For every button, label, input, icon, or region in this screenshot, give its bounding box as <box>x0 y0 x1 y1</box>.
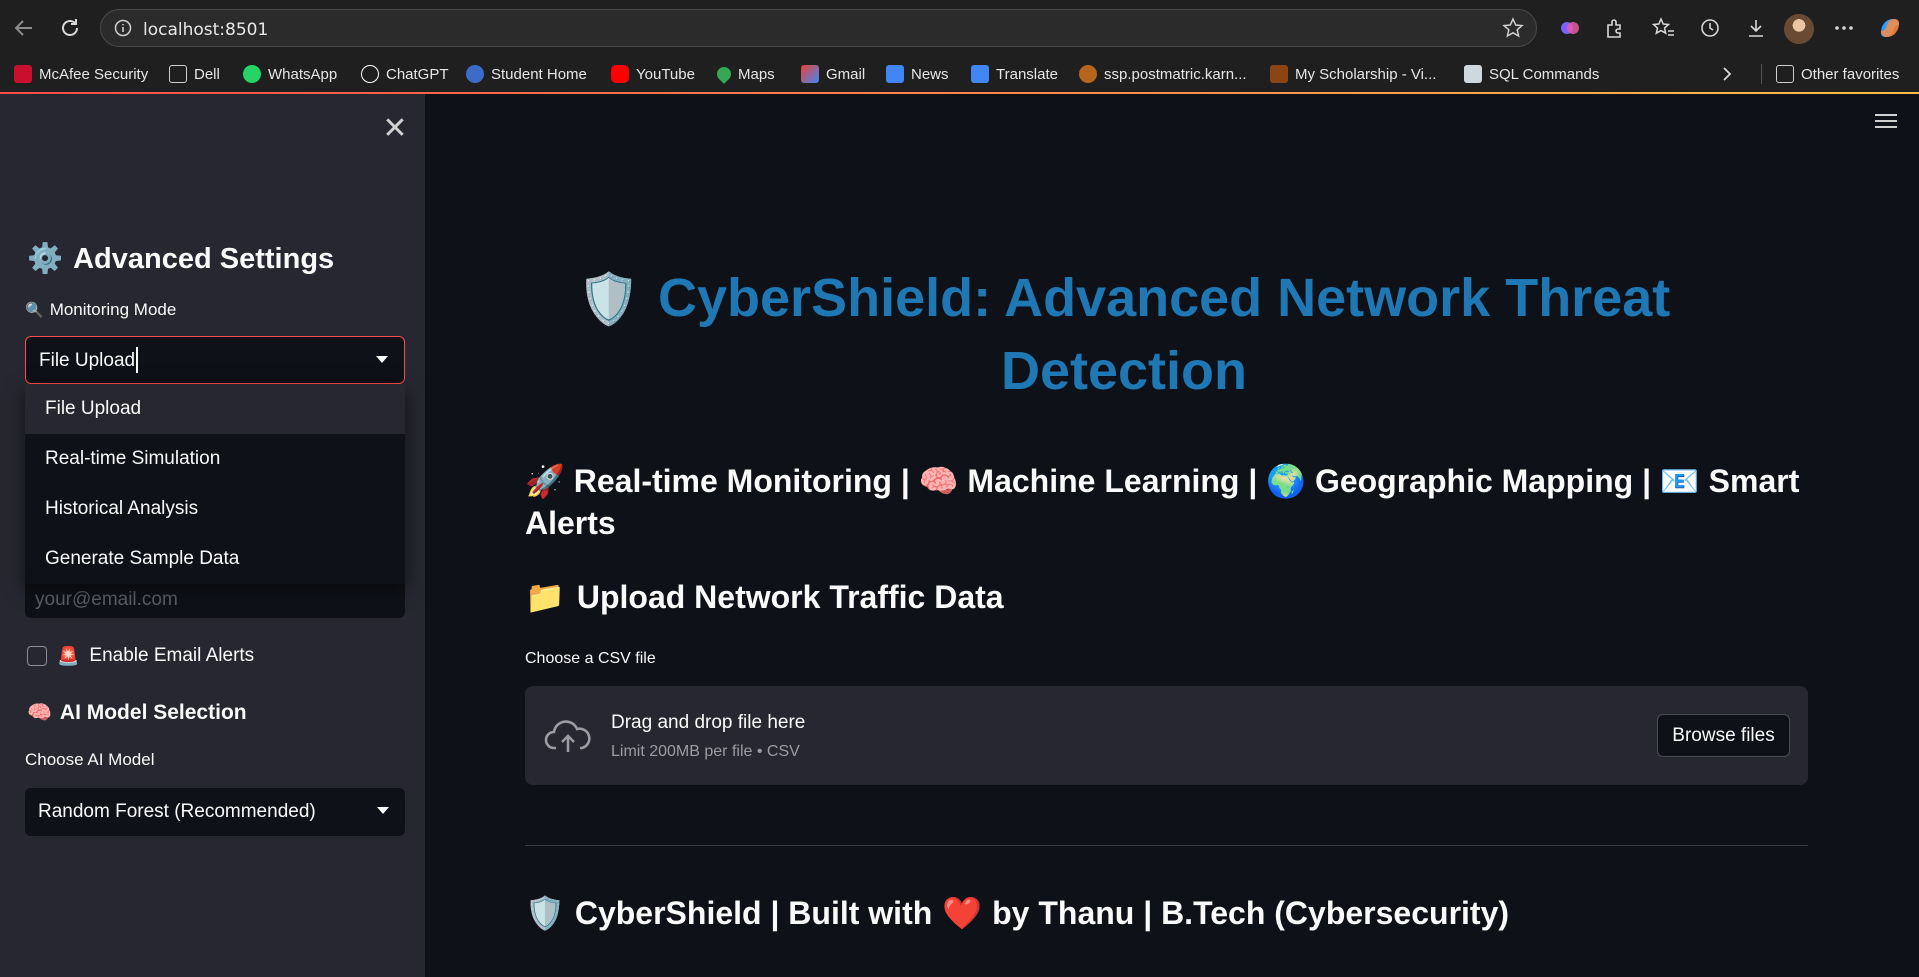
folder-icon <box>1776 65 1794 83</box>
option-historical-analysis[interactable]: Historical Analysis <box>25 484 405 534</box>
bookmark-student-home[interactable]: Student Home <box>466 62 587 86</box>
main-content: 🛡️ CyberShield: Advanced Network Threat D… <box>425 94 1919 977</box>
brain-icon: 🧠 <box>918 463 959 499</box>
monitoring-mode-select[interactable]: File Upload <box>25 336 405 384</box>
copilot-brain-icon[interactable] <box>1556 14 1584 42</box>
bookmarks-divider <box>1761 64 1762 84</box>
folder-icon: 📁 <box>525 579 565 615</box>
bookmark-dell[interactable]: Dell <box>169 62 220 86</box>
bookmark-mcafee[interactable]: McAfee Security <box>14 62 148 86</box>
folder-icon <box>169 65 187 83</box>
history-icon[interactable] <box>1696 14 1724 42</box>
ai-model-select[interactable]: Random Forest (Recommended) <box>25 788 405 836</box>
bookmark-translate[interactable]: Translate <box>971 62 1058 86</box>
bookmark-news[interactable]: News <box>886 62 949 86</box>
envelope-icon: 📧 <box>1659 463 1700 499</box>
profile-avatar[interactable] <box>1784 14 1814 44</box>
siren-icon: 🚨 <box>57 645 80 666</box>
email-input[interactable] <box>25 582 405 618</box>
address-bar[interactable]: localhost:8501 <box>100 9 1537 47</box>
email-field[interactable] <box>25 582 405 618</box>
bookmark-gmail[interactable]: Gmail <box>801 62 865 86</box>
heart-icon: ❤️ <box>942 895 983 931</box>
back-button[interactable] <box>8 12 40 44</box>
rocket-icon: 🚀 <box>525 463 565 499</box>
option-file-upload[interactable]: File Upload <box>25 384 405 434</box>
extensions-icon[interactable] <box>1600 14 1628 42</box>
option-generate-sample-data[interactable]: Generate Sample Data <box>25 534 405 584</box>
back-arrow-icon <box>14 20 32 36</box>
favorite-star-icon[interactable] <box>1502 17 1524 39</box>
shield-icon: 🛡️ <box>577 271 640 327</box>
gmail-icon <box>801 65 819 83</box>
feature-subtitle: 🚀 Real-time Monitoring | 🧠 Machine Learn… <box>525 460 1815 544</box>
mcafee-icon <box>14 65 32 83</box>
copilot-icon[interactable] <box>1876 14 1904 42</box>
maps-pin-icon <box>714 64 734 84</box>
shield-icon: 🛡️ <box>525 895 565 931</box>
favorites-icon[interactable] <box>1650 14 1678 42</box>
globe-icon: 🌍 <box>1266 463 1307 499</box>
translate-icon <box>971 65 989 83</box>
option-real-time-simulation[interactable]: Real-time Simulation <box>25 434 405 484</box>
ssp-icon <box>1079 65 1097 83</box>
bookmark-chatgpt[interactable]: ChatGPT <box>361 62 449 86</box>
email-alerts-checkbox-row[interactable]: 🚨 Enable Email Alerts <box>27 645 254 667</box>
page-title: 🛡️ CyberShield: Advanced Network Threat D… <box>525 262 1723 407</box>
monitoring-mode-dropdown: File Upload Real-time Simulation Histori… <box>25 384 405 584</box>
browse-files-button[interactable]: Browse files <box>1657 714 1790 757</box>
reload-button[interactable] <box>54 12 86 44</box>
bookmark-maps[interactable]: Maps <box>714 62 775 86</box>
sidebar: ✕ ⚙️ Advanced Settings 🔍 Monitoring Mode… <box>0 94 425 977</box>
sql-icon <box>1464 65 1482 83</box>
file-limit-text: Limit 200MB per file • CSV <box>611 743 800 760</box>
sidebar-header: ⚙️ Advanced Settings <box>27 242 335 276</box>
reload-icon <box>62 19 78 36</box>
bookmark-youtube[interactable]: YouTube <box>611 62 695 86</box>
more-menu-icon[interactable] <box>1830 14 1858 42</box>
upload-section-header: 📁 Upload Network Traffic Data <box>525 578 1004 616</box>
browser-toolbar: localhost:8501 <box>0 0 1919 56</box>
chatgpt-icon <box>361 65 379 83</box>
site-info-icon[interactable] <box>114 19 132 37</box>
divider <box>525 845 1808 846</box>
close-sidebar-icon[interactable]: ✕ <box>378 112 412 146</box>
magnifier-icon: 🔍 <box>25 302 44 319</box>
bookmarks-bar: McAfee Security Dell WhatsApp ChatGPT St… <box>0 56 1919 92</box>
youtube-icon <box>611 65 629 83</box>
student-home-icon <box>466 65 484 83</box>
brain-icon: 🧠 <box>27 702 52 724</box>
drag-drop-text: Drag and drop file here <box>611 712 806 733</box>
chevron-down-icon[interactable] <box>376 356 388 363</box>
choose-model-label: Choose AI Model <box>25 750 155 769</box>
footer-credit: 🛡️ CyberShield | Built with ❤️ by Thanu … <box>525 894 1510 932</box>
monitoring-mode-label: 🔍 Monitoring Mode <box>25 300 177 319</box>
downloads-icon[interactable] <box>1742 14 1770 42</box>
whatsapp-icon <box>243 65 261 83</box>
bookmark-whatsapp[interactable]: WhatsApp <box>243 62 337 86</box>
bookmark-my-scholarship[interactable]: My Scholarship - Vi... <box>1270 62 1436 86</box>
text-cursor <box>136 347 138 373</box>
bookmark-sql-commands[interactable]: SQL Commands <box>1464 62 1599 86</box>
chevron-down-icon[interactable] <box>377 807 389 814</box>
bookmarks-overflow-chevron-icon[interactable] <box>1720 62 1734 86</box>
url-text[interactable]: localhost:8501 <box>143 20 268 40</box>
scholarship-icon <box>1270 65 1288 83</box>
gear-icon: ⚙️ <box>27 243 64 275</box>
bookmark-other-favorites[interactable]: Other favorites <box>1776 62 1899 86</box>
email-alerts-checkbox[interactable] <box>27 646 47 666</box>
file-uploader-label: Choose a CSV file <box>525 650 656 667</box>
main-menu-icon[interactable] <box>1875 114 1897 130</box>
news-icon <box>886 65 904 83</box>
file-dropzone[interactable]: Drag and drop file here Limit 200MB per … <box>525 686 1808 785</box>
ai-model-section-header: 🧠 AI Model Selection <box>27 700 247 725</box>
cloud-upload-icon <box>544 720 591 752</box>
bookmark-ssp[interactable]: ssp.postmatric.karn... <box>1079 62 1247 86</box>
